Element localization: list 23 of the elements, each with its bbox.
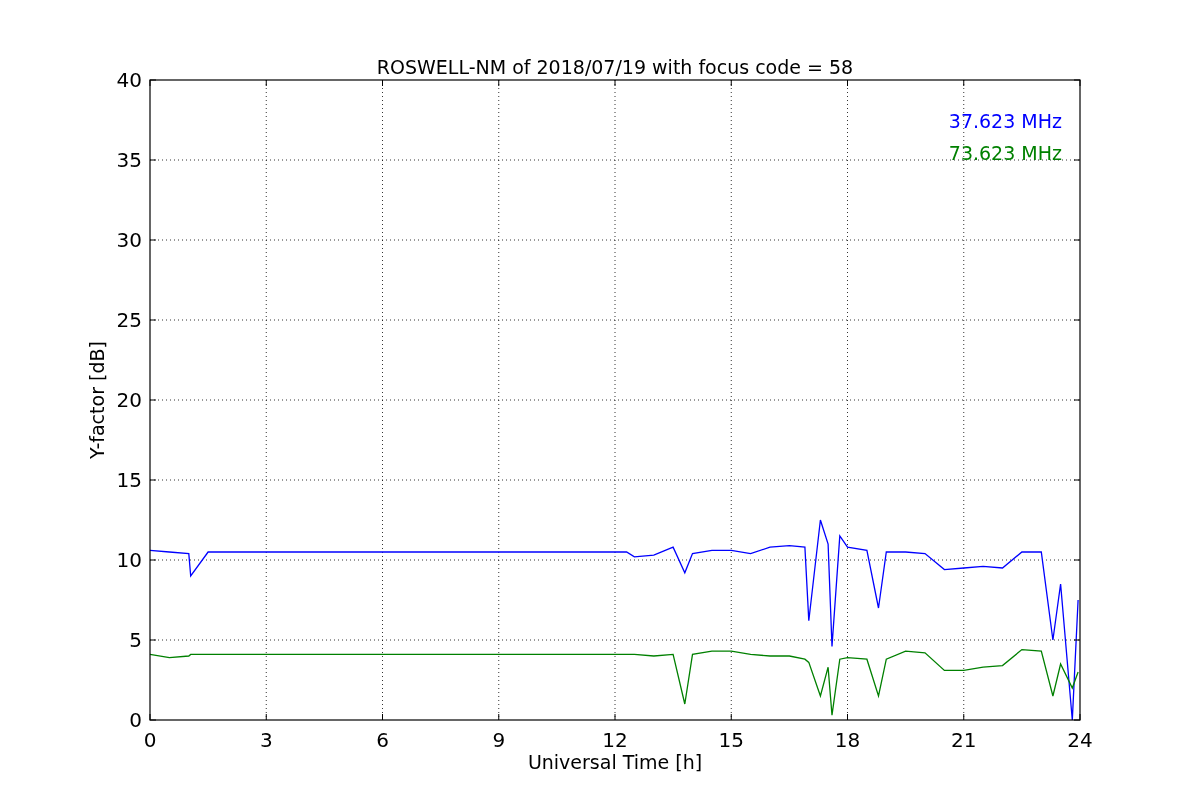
tick-label: 3 (259, 728, 273, 752)
tick-label: 18 (834, 728, 861, 752)
legend-label: 73.623 MHz (948, 142, 1062, 164)
tick-label: 35 (116, 148, 142, 172)
tick-label: 5 (129, 628, 142, 652)
tick-label: 10 (116, 548, 142, 572)
tick-label: 24 (1067, 728, 1093, 752)
tick-label: 6 (376, 728, 389, 752)
tick-label: 25 (116, 308, 142, 332)
tick-label: 15 (116, 468, 142, 492)
tick-label: 21 (951, 728, 977, 752)
tick-label: 40 (116, 68, 142, 92)
x-axis-label: Universal Time [h] (527, 751, 703, 773)
legend-label: 37.623 MHz (948, 110, 1062, 132)
tick-label: 15 (718, 728, 744, 752)
y-axis-label: Y-factor [dB] (86, 341, 108, 459)
tick-label: 0 (143, 728, 157, 752)
tick-label: 20 (116, 388, 142, 412)
tick-label: 0 (129, 708, 142, 732)
tick-label: 9 (492, 728, 506, 752)
chart-title: ROSWELL-NM of 2018/07/19 with focus code = 58 (376, 56, 854, 78)
tick-label: 30 (116, 228, 142, 252)
tick-label: 12 (602, 728, 628, 752)
